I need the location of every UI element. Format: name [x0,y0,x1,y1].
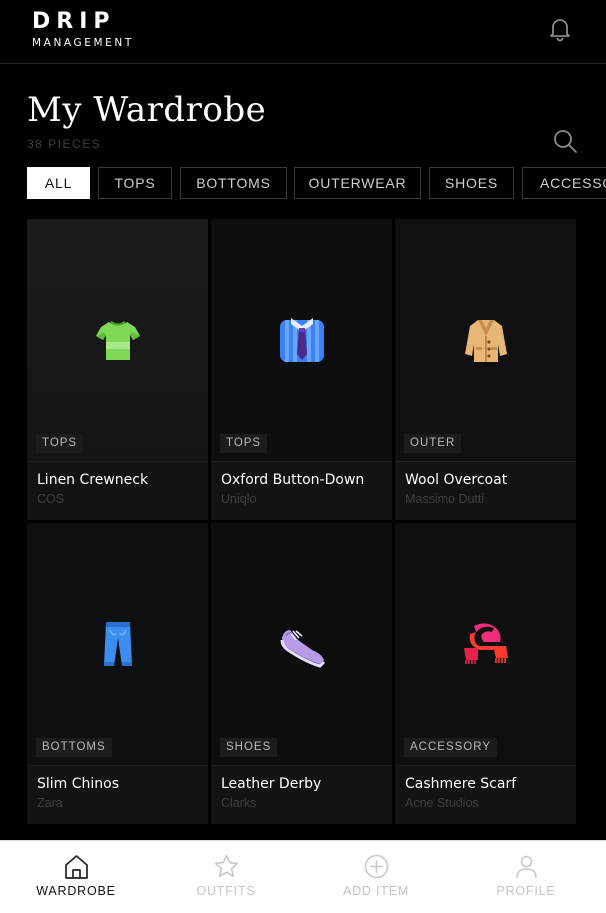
home-icon [65,855,88,879]
tab-profile[interactable]: PROFILE [451,841,601,913]
category-tag: TOPS [36,434,84,453]
jeans-icon [104,622,132,666]
item-image [27,523,208,765]
wardrobe-item-card[interactable]: TOPS Oxford Button-Down Uniqlo [211,219,392,520]
tab-add-item[interactable]: ADD ITEM [301,841,451,913]
item-name: Wool Overcoat [405,472,508,488]
tab-label: WARDROBE [36,884,116,898]
piece-count: 38 PIECES [27,137,102,151]
wardrobe-item-card[interactable]: SHOES Leather Derby Clarks [211,523,392,824]
page-title: My Wardrobe [27,90,267,130]
item-brand: Uniqlo [221,492,257,506]
item-info: Slim Chinos Zara [27,765,208,824]
filter-chips: ALL TOPS BOTTOMS OUTERWEAR SHOES ACCESSO… [27,167,606,199]
coat-icon [465,320,507,362]
wardrobe-item-card[interactable]: TOPS Linen Crewneck COS [27,219,208,520]
item-info: Cashmere Scarf Acne Studios [395,765,576,824]
category-tag: ACCESSORY [404,738,498,757]
item-image [395,219,576,461]
wardrobe-item-card[interactable]: ACCESSORY Cashmere Scarf Acne Studios [395,523,576,824]
filter-chip-tops[interactable]: TOPS [98,167,172,199]
shirt-tie-icon [280,318,324,362]
filter-chip-bottoms[interactable]: BOTTOMS [180,167,287,199]
item-brand: Clarks [221,796,257,810]
item-name: Slim Chinos [37,776,120,792]
wardrobe-item-card[interactable]: BOTTOMS Slim Chinos Zara [27,523,208,824]
item-brand: Acne Studios [405,796,479,810]
search-icon[interactable] [552,128,578,154]
star-icon [214,854,239,878]
tab-label: ADD ITEM [342,884,410,898]
bell-icon[interactable] [547,16,573,42]
category-tag: TOPS [220,434,268,453]
category-tag: BOTTOMS [36,738,112,757]
top-bar: DRIP MANAGEMENT [0,0,606,64]
tab-outfits[interactable]: OUTFITS [151,841,301,913]
filter-chip-outerwear[interactable]: OUTERWEAR [294,167,421,199]
item-info: Wool Overcoat Massimo Dutti [395,461,576,520]
item-brand: Massimo Dutti [405,492,485,506]
filter-chip-accessories[interactable]: ACCESSORIES [522,167,606,199]
item-brand: Zara [37,796,63,810]
item-info: Leather Derby Clarks [211,765,392,824]
t-shirt-icon [96,321,140,360]
filter-chip-all[interactable]: ALL [27,167,90,199]
item-info: Linen Crewneck COS [27,461,208,520]
category-tag: SHOES [220,738,278,757]
user-icon [516,855,537,879]
sneaker-icon [280,630,326,668]
tab-wardrobe[interactable]: WARDROBE [1,841,151,913]
bottom-tab-bar: WARDROBE OUTFITS ADD ITEM PROFILE [0,840,606,913]
item-name: Leather Derby [221,776,322,792]
item-brand: COS [37,492,65,506]
item-image [211,523,392,765]
add-circle-icon [364,854,389,879]
filter-chip-shoes[interactable]: SHOES [429,167,514,199]
brand-subtitle: MANAGEMENT [32,37,134,49]
tab-label: PROFILE [496,884,556,898]
item-info: Oxford Button-Down Uniqlo [211,461,392,520]
item-image [211,219,392,461]
item-name: Linen Crewneck [37,472,149,488]
tab-label: OUTFITS [196,884,256,898]
item-image [395,523,576,765]
item-name: Oxford Button-Down [221,472,365,488]
brand-logo[interactable]: DRIP [32,9,116,34]
scarf-icon [464,623,508,664]
item-image [27,219,208,461]
item-name: Cashmere Scarf [405,776,517,792]
category-tag: OUTER [404,434,462,453]
app: DRIP MANAGEMENT My Wardrobe 38 PIECES AL… [0,0,606,913]
wardrobe-item-card[interactable]: OUTER Wool Overcoat Massimo Dutti [395,219,576,520]
